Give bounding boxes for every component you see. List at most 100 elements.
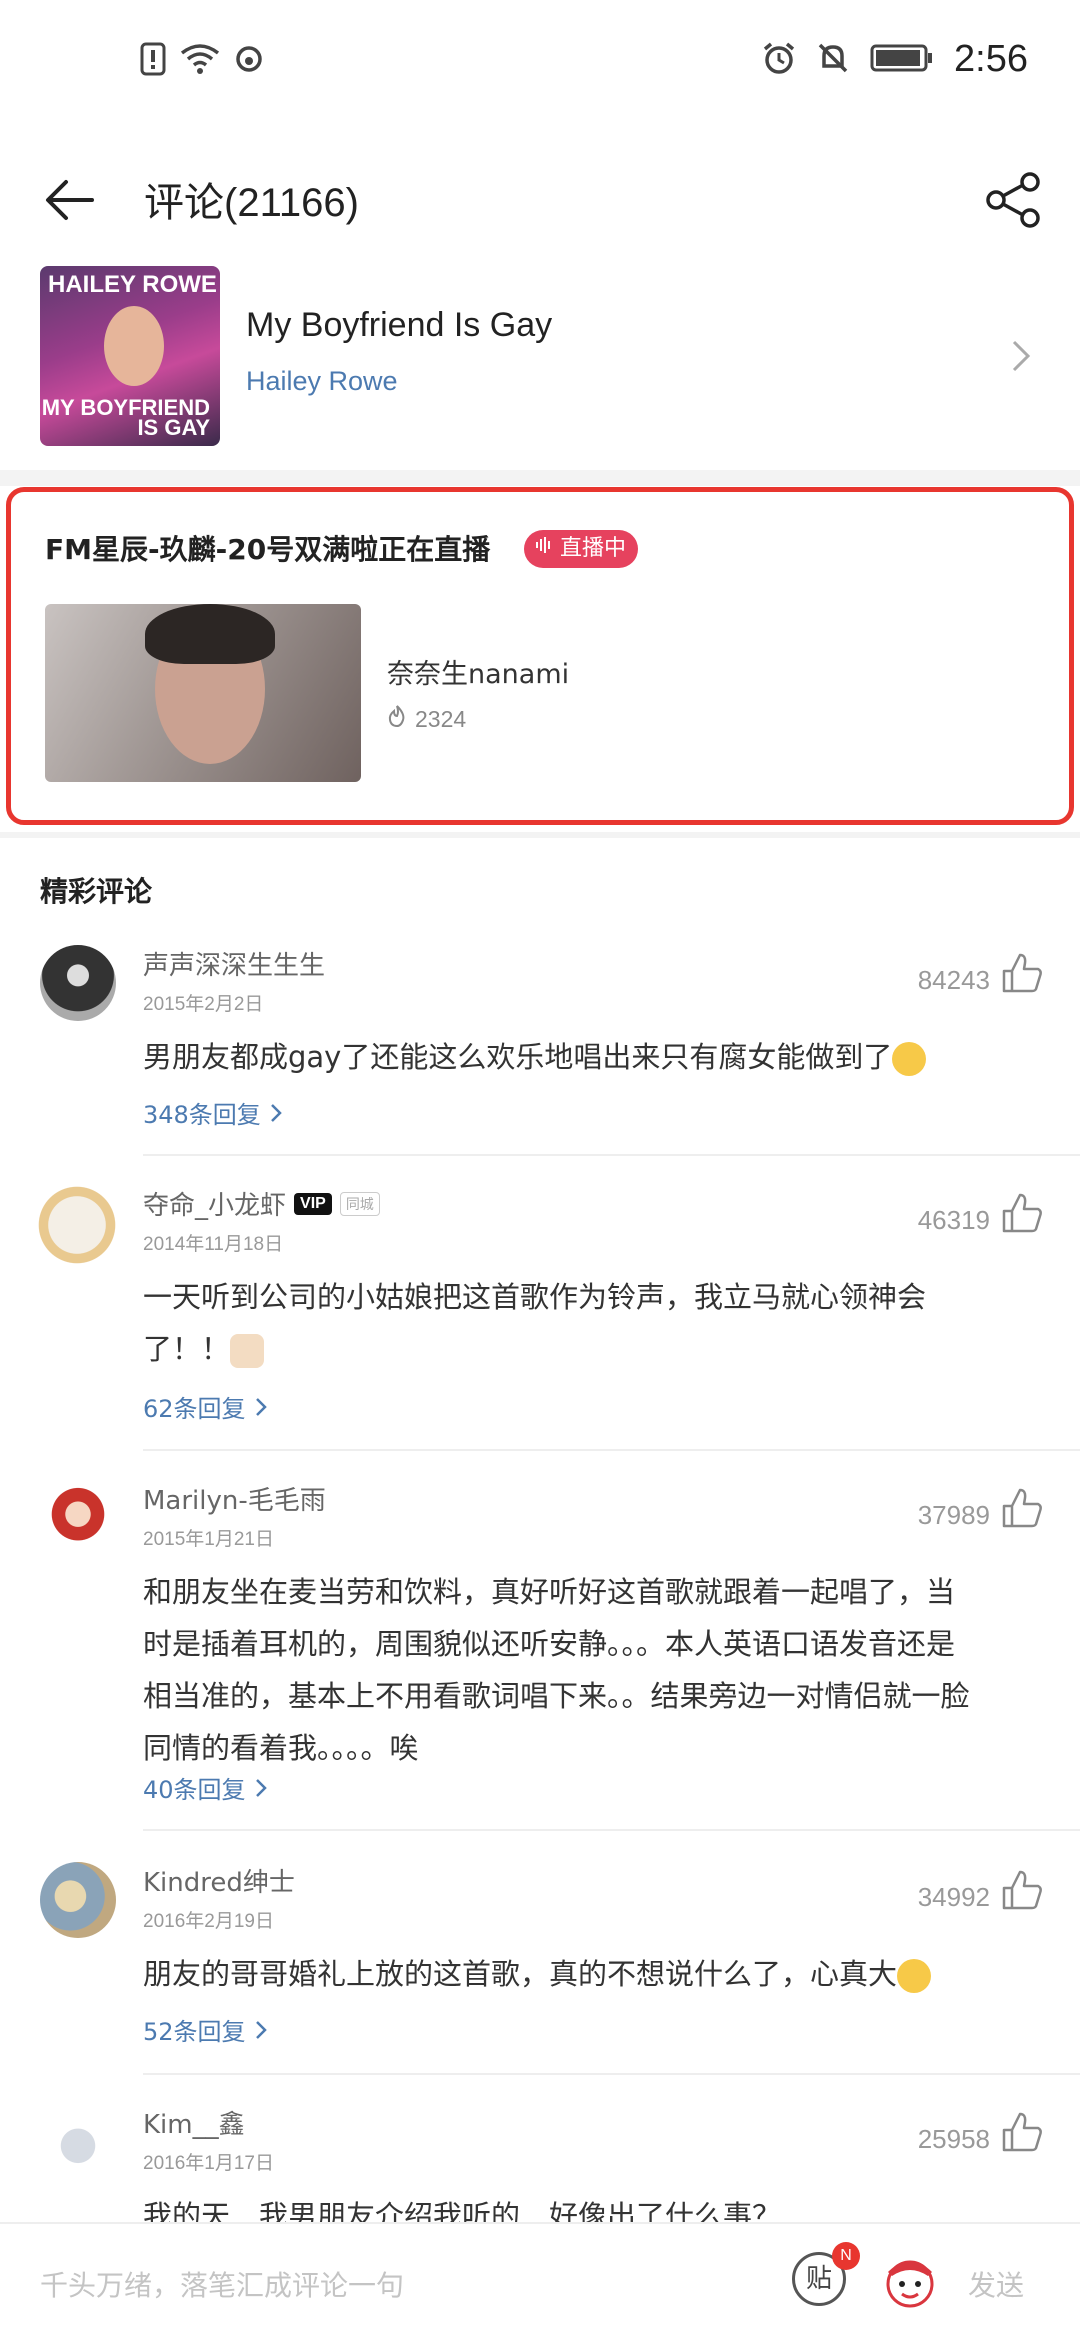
chevron-right-icon bbox=[255, 1397, 267, 1416]
replies-count[interactable]: 348条回复 bbox=[143, 1095, 261, 1130]
avatar[interactable] bbox=[40, 1862, 116, 1938]
thumbs-up-icon[interactable] bbox=[1000, 1191, 1044, 1235]
avatar[interactable] bbox=[40, 2104, 116, 2180]
thumbs-up-emoji-icon bbox=[230, 1334, 265, 1368]
flame-icon bbox=[387, 704, 407, 734]
top-app-bar: 评论(21166) bbox=[0, 130, 1080, 280]
thumbs-up-icon[interactable] bbox=[1000, 1486, 1044, 1530]
unamused-emoji-icon bbox=[897, 1959, 932, 1993]
cover-face-art bbox=[104, 306, 164, 386]
comment-divider bbox=[143, 1829, 1080, 1831]
live-thumbnail[interactable] bbox=[45, 604, 361, 782]
live-title: FM星辰-玖麟-20号双满啦正在直播 bbox=[45, 533, 491, 566]
comment-divider bbox=[143, 2073, 1080, 2075]
alarm-icon bbox=[762, 41, 796, 79]
replies-link[interactable]: 62条回复 bbox=[143, 1389, 268, 1424]
section-title-hot-comments: 精彩评论 bbox=[40, 875, 153, 908]
comment-text: 一天听到公司的小姑娘把这首歌作为铃声，我立马就心领神会了！！ bbox=[143, 1271, 973, 1375]
comment-date: 2014年11月18日 bbox=[143, 1234, 284, 1255]
live-heat: 2324 bbox=[387, 704, 466, 734]
like-count: 34992 bbox=[917, 1882, 990, 1912]
username-text[interactable]: Kim__鑫 bbox=[143, 2104, 245, 2141]
comment-divider bbox=[143, 1449, 1080, 1451]
same-city-tag: 同城 bbox=[339, 1191, 380, 1216]
username-text[interactable]: Kindred绅士 bbox=[143, 1862, 295, 1899]
share-icon[interactable] bbox=[984, 170, 1044, 230]
avatar[interactable] bbox=[40, 1480, 116, 1556]
like-count: 46319 bbox=[917, 1205, 990, 1235]
sim-alert-icon bbox=[140, 42, 166, 80]
comment-divider bbox=[143, 1154, 1080, 1156]
chevron-right-icon bbox=[255, 1778, 267, 1797]
replies-link[interactable]: 348条回复 bbox=[143, 1095, 283, 1130]
cover-title-text: HAILEY ROWE bbox=[48, 271, 217, 298]
comment-username[interactable]: Marilyn-毛毛雨 bbox=[143, 1480, 326, 1517]
back-arrow-icon[interactable] bbox=[40, 170, 100, 230]
comment-item: Kim__鑫 2016年1月17日 25958 我的天…我男朋友介绍我听的…好像… bbox=[0, 2104, 1080, 2222]
comment-date: 2016年1月17日 bbox=[143, 2153, 274, 2174]
song-artist[interactable]: Hailey Rowe bbox=[246, 366, 398, 397]
comment-text: 朋友的哥哥婚礼上放的这首歌，真的不想说什么了，心真大 bbox=[143, 1948, 973, 2000]
laugh-cry-emoji-icon bbox=[892, 1042, 927, 1076]
wifi-icon bbox=[180, 43, 220, 79]
comment-item: Kindred绅士 2016年2月19日 34992 朋友的哥哥婚礼上放的这首歌… bbox=[0, 1862, 1080, 2075]
vip-badge: VIP bbox=[294, 1192, 332, 1215]
username-text[interactable]: Marilyn-毛毛雨 bbox=[143, 1480, 326, 1517]
battery-icon bbox=[870, 43, 934, 77]
comment-input-bar: 千头万绪，落笔汇成评论一句 贴 N 发送 bbox=[0, 2222, 1080, 2340]
replies-count[interactable]: 40条回复 bbox=[143, 1770, 246, 1805]
new-badge: N bbox=[832, 2242, 860, 2270]
username-text[interactable]: 声声深深生生生 bbox=[143, 945, 325, 982]
replies-link[interactable]: 52条回复 bbox=[143, 2012, 268, 2047]
song-title: My Boyfriend Is Gay bbox=[246, 306, 553, 344]
comment-item: Marilyn-毛毛雨 2015年1月21日 37989 和朋友坐在麦当劳和饮料… bbox=[0, 1480, 1080, 1831]
comment-date: 2015年1月21日 bbox=[143, 1529, 274, 1550]
comment-username[interactable]: Kim__鑫 bbox=[143, 2104, 245, 2141]
comment-item: 夺命_小龙虾 VIP 同城 2014年11月18日 46319 一天听到公司的小… bbox=[0, 1185, 1080, 1451]
comment-username[interactable]: 声声深深生生生 bbox=[143, 945, 325, 982]
live-badge: 直播中 bbox=[524, 530, 639, 568]
live-badge-label: 直播中 bbox=[560, 536, 627, 561]
clock-time: 2:56 bbox=[954, 38, 1028, 80]
song-info-row[interactable]: HAILEY ROWE MY BOYFRIEND IS GAY My Boyfr… bbox=[0, 266, 1080, 456]
comment-item: 声声深深生生生 2015年2月2日 84243 男朋友都成gay了还能这么欢乐地… bbox=[0, 945, 1080, 1156]
replies-count[interactable]: 62条回复 bbox=[143, 1389, 246, 1424]
like-count: 37989 bbox=[917, 1500, 990, 1530]
like-count: 84243 bbox=[917, 965, 990, 995]
comment-username[interactable]: 夺命_小龙虾 VIP 同城 bbox=[143, 1185, 380, 1222]
send-button[interactable]: 发送 bbox=[968, 2264, 1024, 2304]
host-hair bbox=[145, 604, 275, 664]
replies-link[interactable]: 40条回复 bbox=[143, 1770, 268, 1805]
live-stream-card[interactable]: FM星辰-玖麟-20号双满啦正在直播 直播中 奈奈生nanami 2324 bbox=[6, 487, 1074, 825]
thumbs-up-icon[interactable] bbox=[1000, 2110, 1044, 2154]
avatar[interactable] bbox=[40, 945, 116, 1021]
live-heat-count: 2324 bbox=[415, 705, 467, 732]
status-bar: 2:56 bbox=[0, 0, 1080, 130]
avatar[interactable] bbox=[28, 1185, 126, 1265]
page-title: 评论(21166) bbox=[144, 181, 359, 225]
comment-text: 和朋友坐在麦当劳和饮料，真好听好这首歌就跟着一起唱了，当时是插着耳机的，周围貌似… bbox=[143, 1575, 970, 1765]
sound-wave-icon bbox=[534, 530, 554, 568]
chevron-right-icon bbox=[1006, 336, 1036, 376]
like-count: 25958 bbox=[917, 2124, 990, 2154]
replies-count[interactable]: 52条回复 bbox=[143, 2012, 246, 2047]
comment-date: 2015年2月2日 bbox=[143, 994, 264, 1015]
album-cover: HAILEY ROWE MY BOYFRIEND IS GAY bbox=[40, 266, 220, 446]
live-host-name: 奈奈生nanami bbox=[387, 659, 570, 690]
comment-text: 男朋友都成gay了还能这么欢乐地唱出来只有腐女能做到了 bbox=[143, 1031, 973, 1083]
comment-text-content: 男朋友都成gay了还能这么欢乐地唱出来只有腐女能做到了 bbox=[143, 1040, 893, 1074]
comment-text-content: 朋友的哥哥婚礼上放的这首歌，真的不想说什么了，心真大 bbox=[143, 1957, 898, 1991]
cover-subtitle-text: MY BOYFRIEND IS GAY bbox=[41, 395, 210, 440]
mute-bell-icon bbox=[816, 41, 850, 79]
comment-date: 2016年2月19日 bbox=[143, 1911, 274, 1932]
thumbs-up-icon[interactable] bbox=[1000, 1868, 1044, 1912]
thumbs-up-icon[interactable] bbox=[1000, 951, 1044, 995]
comment-username[interactable]: Kindred绅士 bbox=[143, 1862, 295, 1899]
comment-text: 我的天…我男朋友介绍我听的…好像出了什么事？ bbox=[143, 2199, 782, 2222]
section-divider bbox=[0, 470, 1080, 486]
chevron-right-icon bbox=[255, 2020, 267, 2039]
username-text[interactable]: 夺命_小龙虾 bbox=[143, 1185, 286, 1222]
mascot-emoji-icon[interactable] bbox=[880, 2250, 940, 2310]
comment-input[interactable]: 千头万绪，落笔汇成评论一句 bbox=[40, 2264, 404, 2304]
chevron-right-icon bbox=[270, 1103, 282, 1122]
